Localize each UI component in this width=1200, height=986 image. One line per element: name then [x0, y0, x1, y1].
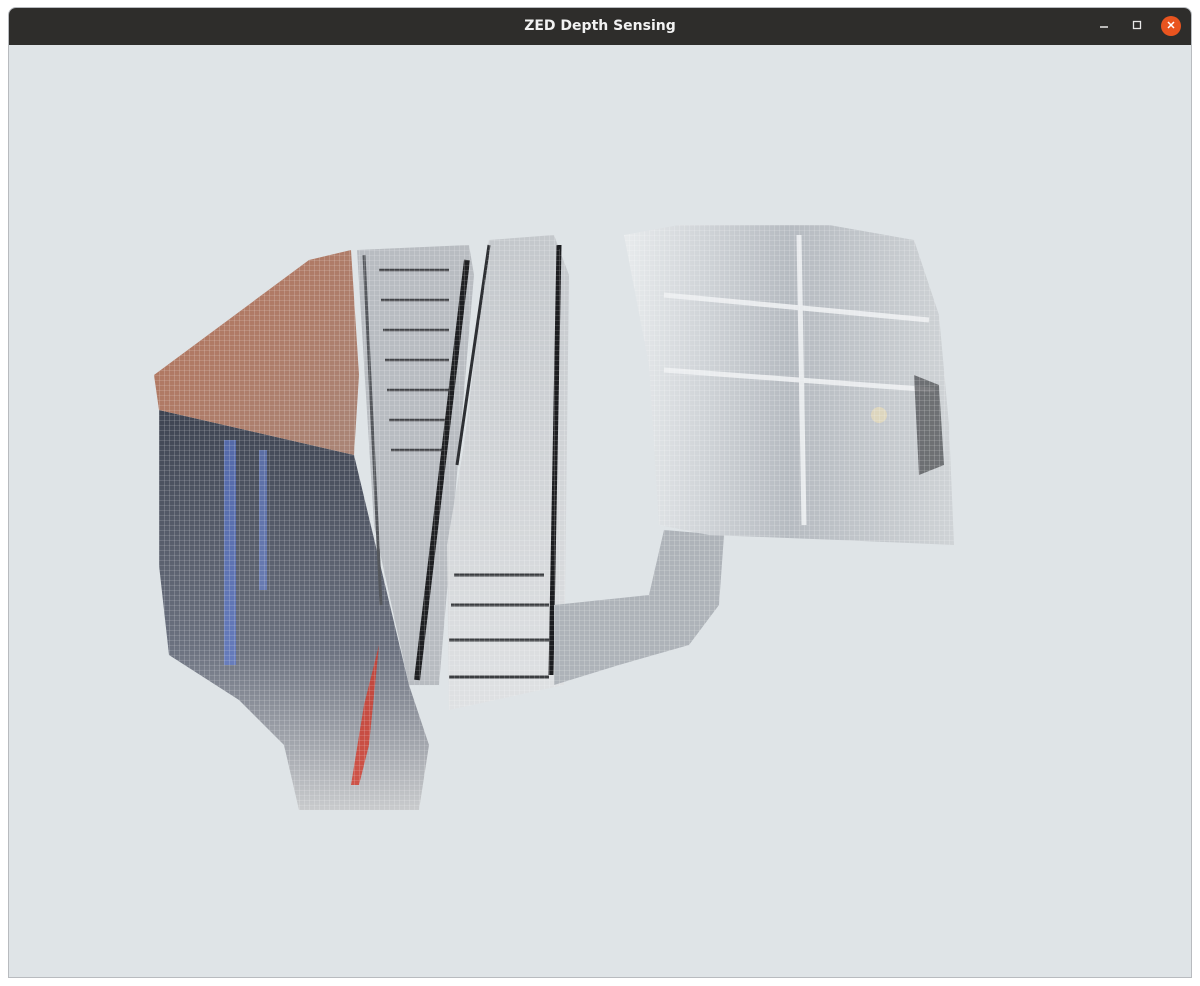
close-button[interactable]: [1161, 16, 1181, 36]
minimize-button[interactable]: [1094, 16, 1114, 36]
close-icon: [1166, 17, 1176, 35]
point-cloud-render: [154, 225, 954, 810]
maximize-icon: [1132, 17, 1142, 35]
app-window: ZED Depth Sensing: [9, 8, 1191, 977]
window-title: ZED Depth Sensing: [524, 18, 676, 34]
maximize-button[interactable]: [1127, 16, 1147, 36]
minimize-icon: [1099, 17, 1109, 35]
point-cloud-right-wall: [624, 225, 954, 545]
point-cloud-ledge: [554, 530, 724, 685]
title-bar[interactable]: ZED Depth Sensing: [9, 8, 1191, 45]
depth-viewport[interactable]: [9, 45, 1191, 977]
